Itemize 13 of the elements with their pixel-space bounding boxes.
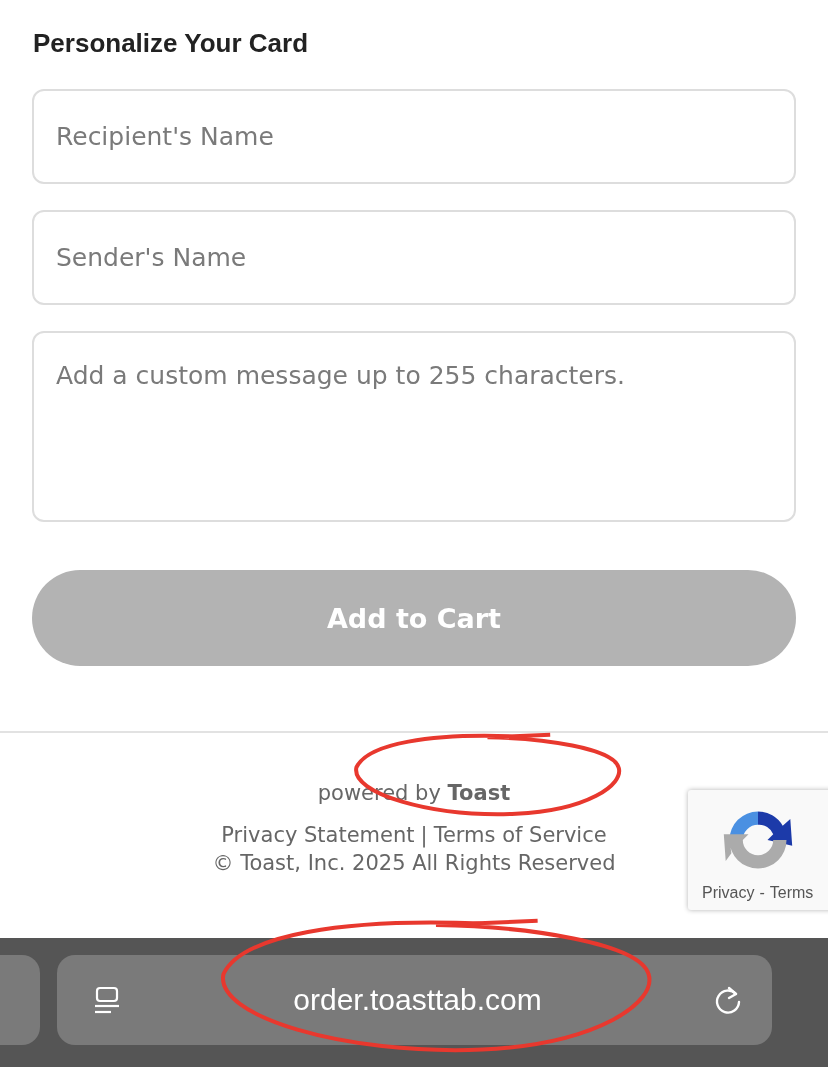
address-bar[interactable]: order.toasttab.com [57, 955, 772, 1045]
section-title: Personalize Your Card [33, 28, 310, 59]
input-field[interactable]: Recipient's Name [32, 89, 796, 184]
footer-link[interactable]: Terms of Service [433, 823, 607, 847]
separator: - [759, 884, 765, 902]
url-text: order.toasttab.com [293, 983, 542, 1017]
recaptcha-link[interactable]: Terms [769, 884, 814, 902]
input-field[interactable]: Sender's Name [32, 210, 796, 305]
recaptcha-link[interactable]: Privacy [702, 884, 755, 902]
copyright-text: © Toast, Inc. 2025 All Rights Reserved [212, 851, 616, 875]
footer-link[interactable]: Privacy Statement [221, 823, 415, 847]
message-field[interactable]: Add a custom message up to 255 characters. [32, 331, 796, 522]
separator: | [420, 823, 428, 847]
